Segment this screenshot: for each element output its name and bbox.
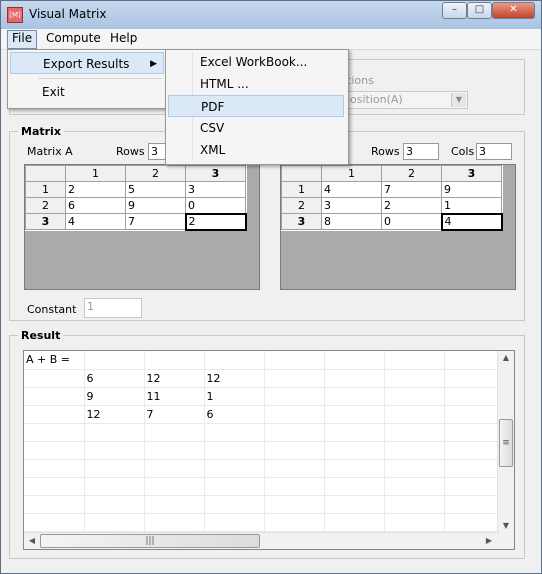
matrix-cell[interactable]: 4 — [321, 181, 382, 198]
vertical-scroll-thumb[interactable]: ≡ — [499, 419, 513, 467]
menu-separator — [38, 78, 162, 79]
matrix-group-title: Matrix — [18, 125, 64, 138]
menu-help[interactable]: Help — [106, 30, 141, 47]
result-cell: 11 — [144, 387, 205, 406]
matrix-cell[interactable]: 3 — [185, 181, 246, 198]
operation-select[interactable]: position(A) ▼ — [340, 91, 468, 109]
constant-input[interactable]: 1 — [84, 298, 142, 318]
matrix-cell[interactable]: 4 — [65, 213, 126, 230]
title-bar[interactable]: [M] Visual Matrix – □ ✕ — [1, 1, 541, 29]
matrix-cell[interactable]: 9 — [125, 197, 186, 214]
result-table: A + B = 6 12 12 9 11 1 12 7 6 — [24, 351, 505, 532]
export-html-item[interactable]: HTML ... — [168, 73, 344, 95]
scroll-up-icon[interactable]: ▲ — [499, 351, 513, 365]
matrix-cell[interactable]: 7 — [381, 181, 442, 198]
submenu-arrow-icon: ▶ — [150, 59, 157, 69]
matrix-cell[interactable]: 6 — [65, 197, 126, 214]
result-cell: 1 — [204, 387, 265, 406]
cols-b-label: Cols — [451, 145, 475, 158]
col-header[interactable]: 1 — [321, 165, 382, 182]
chevron-down-icon[interactable]: ▼ — [451, 93, 466, 107]
scroll-down-icon[interactable]: ▼ — [499, 519, 513, 533]
result-cell: 6 — [84, 369, 145, 388]
col-header[interactable]: 3 — [441, 165, 502, 182]
menu-bar: File Compute Help — [1, 29, 541, 50]
matrix-cell[interactable]: 2 — [184, 212, 247, 231]
result-cell: 7 — [144, 405, 205, 424]
row-header[interactable]: 2 — [281, 197, 322, 214]
grid-corner — [281, 165, 322, 182]
col-header[interactable]: 2 — [381, 165, 442, 182]
operation-select-value: position(A) — [343, 93, 403, 106]
matrix-b-grid[interactable]: 1 2 3 1 4 7 9 2 3 2 1 3 8 0 4 — [280, 164, 516, 290]
row-header[interactable]: 2 — [25, 197, 66, 214]
result-grid[interactable]: A + B = 6 12 12 9 11 1 12 7 6 ▲ ≡ ▼ ◀ ||| ▶ — [23, 350, 515, 550]
file-menu-dropdown: Export Results ▶ Exit — [7, 49, 169, 109]
export-pdf-item[interactable]: PDF — [168, 95, 344, 117]
scroll-corner — [498, 533, 514, 549]
row-header[interactable]: 1 — [281, 181, 322, 198]
constant-label: Constant — [27, 303, 77, 316]
horizontal-scroll-thumb[interactable]: ||| — [40, 534, 260, 548]
maximize-button[interactable]: □ — [467, 2, 492, 19]
grid-corner — [25, 165, 66, 182]
app-matrix-icon: [M] — [7, 7, 23, 23]
exit-label: Exit — [42, 85, 65, 99]
export-results-label: Export Results — [43, 57, 130, 71]
export-excel-item[interactable]: Excel WorkBook... — [168, 51, 344, 73]
export-xml-item[interactable]: XML — [168, 139, 344, 161]
matrix-cell[interactable]: 8 — [321, 213, 382, 230]
cols-b-input[interactable]: 3 — [476, 143, 512, 160]
scroll-right-icon[interactable]: ▶ — [482, 534, 496, 548]
matrix-cell[interactable]: 1 — [441, 197, 502, 214]
menu-item-exit[interactable]: Exit — [10, 81, 164, 103]
result-cell: 12 — [144, 369, 205, 388]
result-cell: 12 — [84, 405, 145, 424]
minimize-button[interactable]: – — [442, 2, 467, 19]
matrix-cell[interactable]: 9 — [441, 181, 502, 198]
matrix-cell[interactable]: 4 — [440, 212, 503, 231]
result-cell: 12 — [204, 369, 265, 388]
close-button[interactable]: ✕ — [492, 2, 535, 19]
menu-item-export-results[interactable]: Export Results ▶ — [10, 52, 164, 74]
result-group-title: Result — [18, 329, 64, 342]
matrix-cell[interactable]: 0 — [185, 197, 246, 214]
scroll-left-icon[interactable]: ◀ — [25, 534, 39, 548]
rows-b-input[interactable]: 3 — [403, 143, 439, 160]
row-header[interactable]: 3 — [281, 213, 322, 230]
menu-file[interactable]: File — [7, 30, 38, 49]
rows-b-label: Rows — [371, 145, 400, 158]
result-expression: A + B = — [24, 351, 85, 370]
matrix-cell[interactable]: 7 — [125, 213, 186, 230]
operations-label: tions — [347, 74, 374, 87]
menu-compute[interactable]: Compute — [42, 30, 105, 47]
col-header[interactable]: 2 — [125, 165, 186, 182]
result-cell: 6 — [204, 405, 265, 424]
result-vertical-scrollbar[interactable]: ▲ ≡ ▼ — [497, 351, 514, 534]
rows-a-label: Rows — [116, 145, 145, 158]
row-header[interactable]: 1 — [25, 181, 66, 198]
matrix-cell[interactable]: 0 — [381, 213, 442, 230]
export-csv-item[interactable]: CSV — [168, 117, 344, 139]
matrix-cell[interactable]: 2 — [381, 197, 442, 214]
row-header[interactable]: 3 — [25, 213, 66, 230]
result-horizontal-scrollbar[interactable]: ◀ ||| ▶ — [24, 532, 499, 549]
col-header[interactable]: 1 — [65, 165, 126, 182]
export-submenu: Excel WorkBook... HTML ... PDF CSV XML — [165, 49, 349, 165]
window-title: Visual Matrix — [29, 7, 107, 21]
result-cell: 9 — [84, 387, 145, 406]
matrix-cell[interactable]: 3 — [321, 197, 382, 214]
col-header[interactable]: 3 — [185, 165, 246, 182]
matrix-a-grid[interactable]: 1 2 3 1 2 5 3 2 6 9 0 3 4 7 2 — [24, 164, 260, 290]
matrix-cell[interactable]: 5 — [125, 181, 186, 198]
app-window: [M] Visual Matrix – □ ✕ File Compute Hel… — [0, 0, 542, 574]
matrix-cell[interactable]: 2 — [65, 181, 126, 198]
matrix-a-label: Matrix A — [27, 145, 73, 158]
